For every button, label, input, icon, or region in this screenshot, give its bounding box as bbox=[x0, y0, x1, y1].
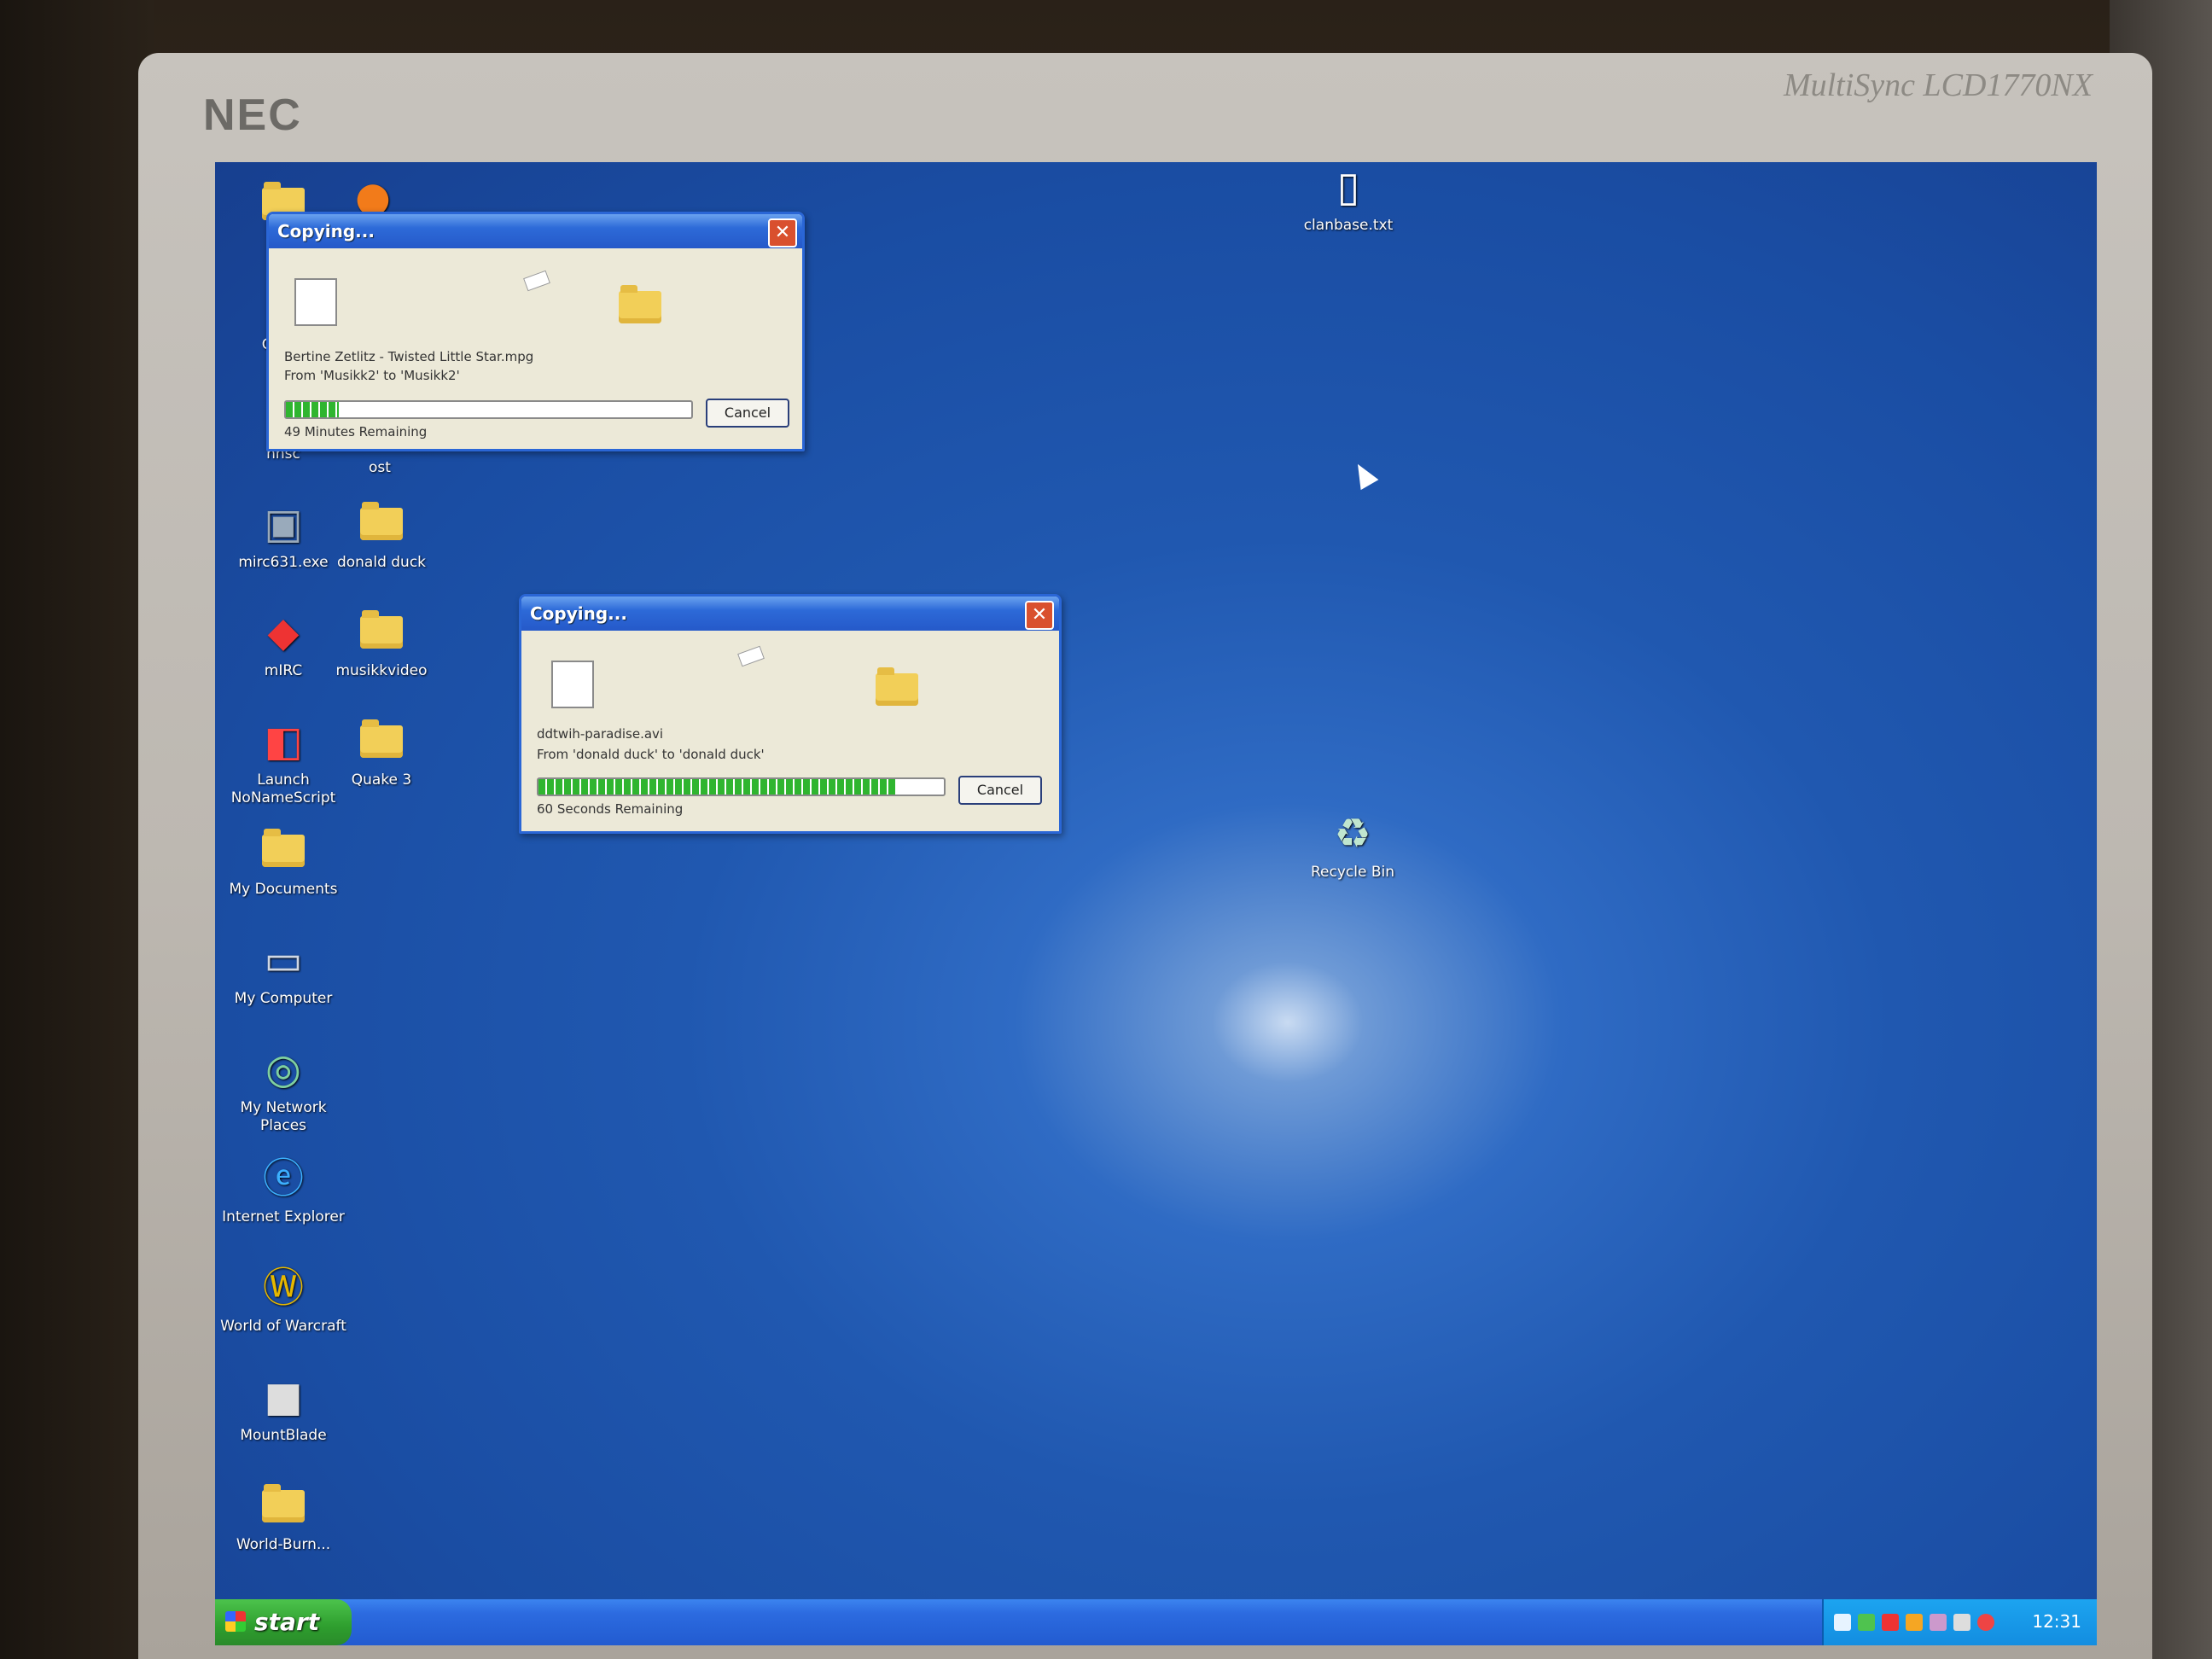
ie-icon: ⓔ bbox=[262, 1155, 304, 1202]
dialog-titlebar[interactable]: Copying... ✕ bbox=[269, 214, 802, 248]
icon-label: My Network Places bbox=[240, 1099, 327, 1134]
messenger-tray-icon[interactable] bbox=[1906, 1614, 1923, 1631]
icon-label: My Computer bbox=[234, 990, 333, 1007]
file-name: Bertine Zetlitz - Twisted Little Star.mp… bbox=[284, 349, 534, 364]
close-button[interactable]: ✕ bbox=[1025, 601, 1054, 630]
script-icon: ◧ bbox=[264, 718, 303, 765]
source-file-icon bbox=[294, 278, 337, 326]
progress-bar bbox=[537, 777, 946, 796]
progress-fill bbox=[538, 779, 895, 795]
monitor-brand: NEC bbox=[203, 90, 302, 140]
network-icon: ◎ bbox=[265, 1045, 301, 1093]
dialog-titlebar[interactable]: Copying... ✕ bbox=[521, 597, 1059, 631]
icon-label: donald duck bbox=[336, 554, 427, 571]
taskbar: start 12:31 bbox=[215, 1599, 2097, 1645]
progress-fill bbox=[286, 402, 339, 417]
time-remaining: 60 Seconds Remaining bbox=[537, 801, 684, 817]
device-tray-icon[interactable] bbox=[1953, 1614, 1970, 1631]
desktop-icon-clanbase[interactable]: ▯ clanbase.txt bbox=[1284, 162, 1412, 235]
folder-icon bbox=[357, 717, 406, 766]
audio-tray-icon[interactable] bbox=[1930, 1614, 1947, 1631]
desktop-icon-mountblade[interactable]: ■ MountBlade bbox=[219, 1372, 347, 1445]
start-label: start bbox=[254, 1608, 320, 1636]
dialog-title: Copying... bbox=[530, 603, 627, 624]
folder-icon bbox=[357, 608, 406, 657]
documents-icon bbox=[259, 826, 308, 876]
desktop-icon-my-documents[interactable]: My Documents bbox=[219, 826, 347, 899]
ati-tray-icon[interactable] bbox=[1882, 1614, 1899, 1631]
desktop-icon-musikkvideo[interactable]: musikkvideo bbox=[317, 608, 445, 680]
icon-label: MountBlade bbox=[240, 1427, 327, 1444]
icon-label: World-Burn... bbox=[236, 1536, 331, 1553]
folder-icon bbox=[357, 499, 406, 549]
desktop-icon-donald-duck[interactable]: donald duck bbox=[317, 499, 445, 572]
desktop-icon-world-burn[interactable]: World-Burn... bbox=[219, 1481, 347, 1554]
wow-icon: Ⓦ bbox=[262, 1264, 304, 1312]
desktop-icon-ost[interactable]: ost bbox=[316, 459, 444, 477]
icon-label: musikkvideo bbox=[335, 662, 428, 679]
folder-icon bbox=[259, 1481, 308, 1531]
network-tray-icon[interactable] bbox=[1834, 1614, 1851, 1631]
close-button[interactable]: ✕ bbox=[768, 218, 797, 247]
system-tray: 12:31 bbox=[1822, 1599, 2097, 1645]
icon-label: World of Warcraft bbox=[220, 1318, 346, 1335]
flying-paper-icon bbox=[523, 270, 550, 292]
computer-icon: ▭ bbox=[264, 936, 303, 984]
copy-dialog-2[interactable]: Copying... ✕ ddtwih-paradise.avi From 'd… bbox=[519, 594, 1062, 834]
file-name: ddtwih-paradise.avi bbox=[537, 726, 664, 742]
cancel-button[interactable]: Cancel bbox=[958, 776, 1042, 805]
monitor-model: MultiSync LCD1770NX bbox=[1783, 67, 2093, 103]
mirc-icon: ◆ bbox=[267, 608, 300, 656]
desktop-icon-internet-explorer[interactable]: ⓔ Internet Explorer bbox=[219, 1154, 347, 1226]
source-file-icon bbox=[551, 661, 594, 708]
flying-paper-icon bbox=[737, 645, 765, 667]
icon-label: ost bbox=[369, 459, 391, 476]
copy-route: From 'donald duck' to 'donald duck' bbox=[537, 747, 765, 762]
recycle-bin-icon: ♻ bbox=[1334, 810, 1371, 858]
security-tray-icon[interactable] bbox=[1977, 1614, 1994, 1631]
copy-route: From 'Musikk2' to 'Musikk2' bbox=[284, 368, 460, 383]
windows-flag-icon bbox=[225, 1611, 246, 1632]
taskbar-clock[interactable]: 12:31 bbox=[2032, 1611, 2081, 1632]
text-file-icon: ▯ bbox=[1336, 163, 1360, 211]
desktop-icon-recycle-bin[interactable]: ♻ Recycle Bin bbox=[1289, 809, 1417, 882]
installer-icon: ▣ bbox=[264, 500, 303, 548]
desktop-screen: http ● ▯ Count ▯ nnsc ost ▣ mirc631.exe … bbox=[215, 162, 2097, 1645]
start-button[interactable]: start bbox=[215, 1599, 352, 1645]
cancel-button[interactable]: Cancel bbox=[706, 399, 789, 428]
update-tray-icon[interactable] bbox=[1858, 1614, 1875, 1631]
icon-label: clanbase.txt bbox=[1303, 217, 1394, 234]
desktop-icon-world-of-warcraft[interactable]: Ⓦ World of Warcraft bbox=[219, 1263, 347, 1336]
copy-dialog-1[interactable]: Copying... ✕ Bertine Zetlitz - Twisted L… bbox=[266, 212, 805, 451]
destination-folder-icon bbox=[876, 665, 918, 706]
icon-label: Recycle Bin bbox=[1310, 864, 1394, 881]
icon-label: Internet Explorer bbox=[222, 1208, 345, 1225]
progress-bar bbox=[284, 400, 693, 419]
dialog-body: Bertine Zetlitz - Twisted Little Star.mp… bbox=[269, 248, 802, 445]
icon-label: My Documents bbox=[229, 881, 338, 898]
game-icon: ■ bbox=[264, 1373, 303, 1421]
desktop-icon-quake3[interactable]: Quake 3 bbox=[317, 717, 445, 789]
desktop-icon-my-network-places[interactable]: ◎ My Network Places bbox=[219, 1045, 347, 1135]
desktop-icon-my-computer[interactable]: ▭ My Computer bbox=[219, 935, 347, 1008]
destination-folder-icon bbox=[619, 282, 661, 323]
icon-label: Quake 3 bbox=[351, 771, 412, 789]
time-remaining: 49 Minutes Remaining bbox=[284, 424, 428, 439]
dialog-title: Copying... bbox=[277, 221, 375, 242]
background-left bbox=[0, 0, 154, 1659]
mouse-cursor bbox=[1348, 458, 1379, 491]
dialog-body: ddtwih-paradise.avi From 'donald duck' t… bbox=[521, 631, 1059, 828]
